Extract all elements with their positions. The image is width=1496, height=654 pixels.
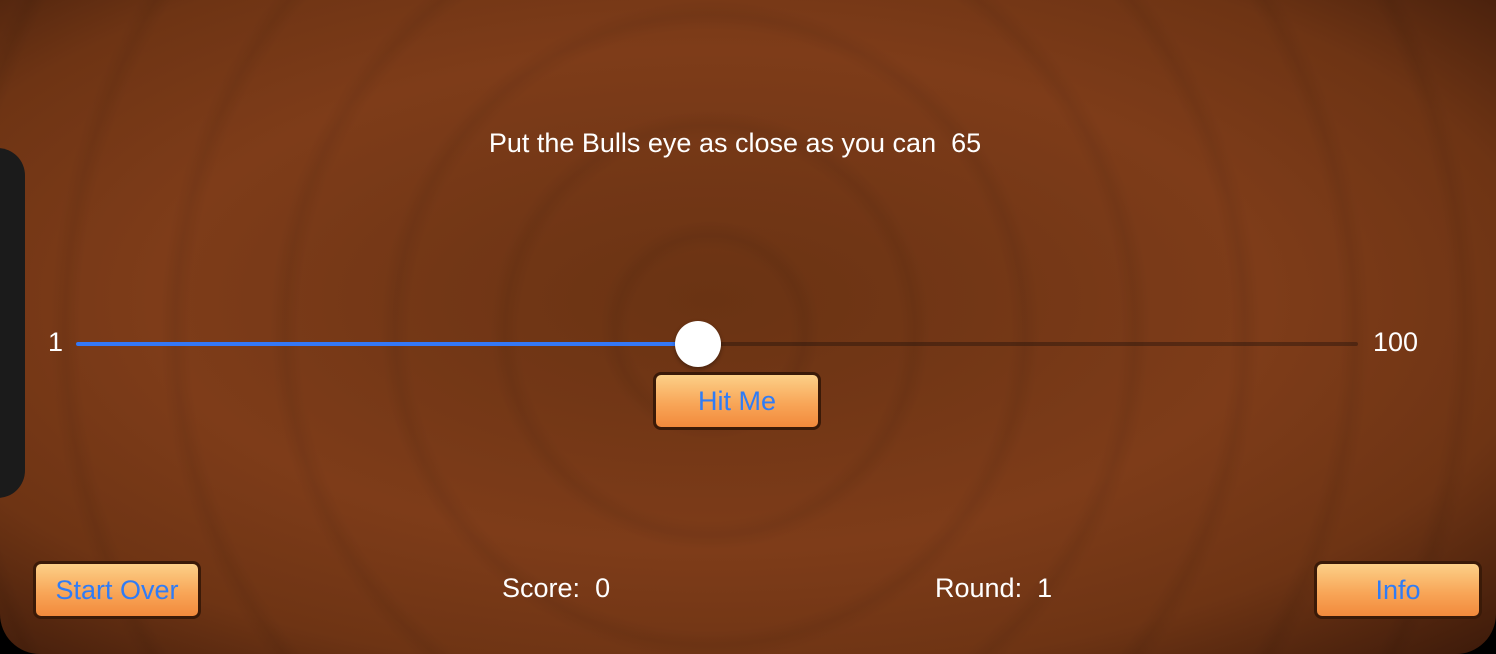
instruction-label: Put the Bulls eye as close as you can: [488, 128, 937, 158]
score-display: Score: 0: [502, 573, 610, 604]
game-screen: Put the Bulls eye as close as you can 65…: [0, 0, 1496, 654]
slider-thumb[interactable]: [674, 321, 721, 367]
hit-me-button[interactable]: Hit Me: [653, 372, 821, 430]
score-label: Score:: [502, 573, 581, 603]
slider-max-label: 100: [1373, 327, 1419, 357]
round-label: Round:: [935, 573, 1023, 603]
start-over-button[interactable]: Start Over: [33, 561, 201, 619]
slider-min-label: 1: [48, 327, 64, 357]
slider-fill: [76, 342, 698, 346]
score-value: 0: [595, 573, 611, 603]
info-button[interactable]: Info: [1314, 561, 1482, 619]
target-value: 65: [951, 128, 982, 158]
round-display: Round: 1: [935, 573, 1052, 604]
device-notch: [0, 148, 25, 498]
round-value: 1: [1037, 573, 1053, 603]
instruction-text: Put the Bulls eye as close as you can 65: [0, 128, 1470, 159]
